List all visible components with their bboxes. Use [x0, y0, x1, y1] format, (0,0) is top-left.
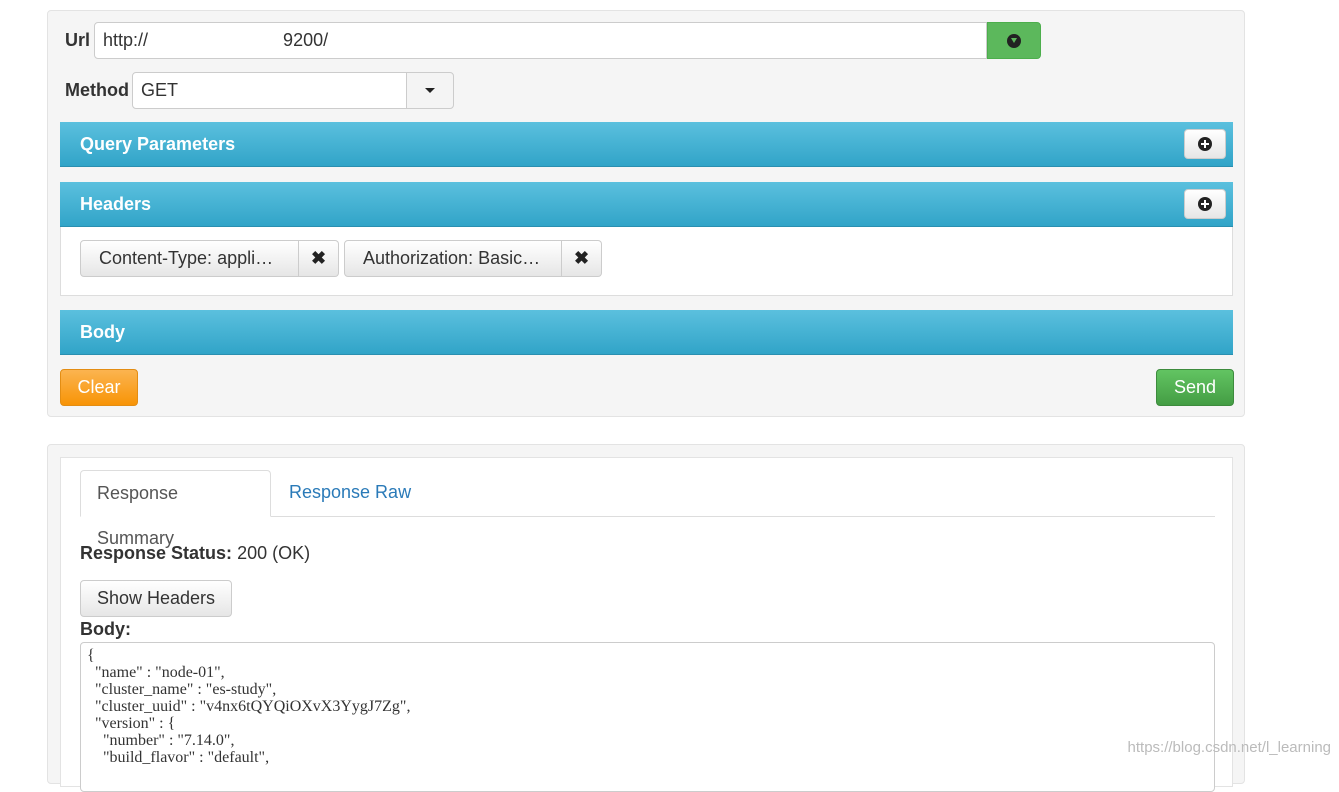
method-dropdown-button[interactable]	[406, 72, 454, 109]
request-panel: Url http:// 9200/ Method GET Query Param…	[47, 10, 1245, 417]
plus-circle-icon	[1198, 137, 1212, 151]
response-body-text: { "name" : "node-01", "cluster_name" : "…	[87, 647, 411, 766]
add-header-button[interactable]	[1184, 189, 1226, 219]
response-status: Response Status: 200 (OK)	[80, 543, 310, 564]
method-select[interactable]: GET	[132, 72, 407, 109]
close-icon[interactable]: ✖	[299, 240, 339, 277]
close-icon[interactable]: ✖	[562, 240, 602, 277]
send-button[interactable]: Send	[1156, 369, 1234, 406]
plus-circle-icon	[1198, 197, 1212, 211]
header-chip-text[interactable]: Content-Type: applic…	[80, 240, 299, 277]
headers-title: Headers	[80, 194, 152, 214]
tab-response-raw[interactable]: Response Raw	[273, 470, 427, 517]
header-chip-text[interactable]: Authorization: Basic …	[344, 240, 562, 277]
header-chip[interactable]: Content-Type: applic… ✖	[80, 240, 339, 277]
url-input[interactable]: http:// 9200/	[94, 22, 987, 59]
query-parameters-title: Query Parameters	[80, 134, 236, 154]
add-query-parameter-button[interactable]	[1184, 129, 1226, 159]
response-body-label: Body:	[80, 619, 131, 639]
response-panel: Response Summary Response Raw Response S…	[47, 444, 1245, 792]
response-body-box[interactable]: { "name" : "node-01", "cluster_name" : "…	[80, 642, 1215, 792]
query-parameters-bar[interactable]: Query Parameters	[60, 122, 1233, 167]
body-title: Body	[80, 322, 125, 342]
headers-list: Content-Type: applic… ✖ Authorization: B…	[60, 227, 1233, 296]
response-status-value: 200 (OK)	[237, 543, 311, 563]
url-label: Url	[65, 30, 91, 50]
method-label: Method	[65, 80, 129, 100]
url-submit-button[interactable]	[987, 22, 1041, 59]
show-headers-button[interactable]: Show Headers	[80, 580, 232, 617]
body-bar[interactable]: Body	[60, 310, 1233, 355]
header-chip[interactable]: Authorization: Basic … ✖	[344, 240, 602, 277]
watermark: https://blog.csdn.net/l_learning	[1127, 739, 1331, 756]
headers-bar[interactable]: Headers	[60, 182, 1233, 227]
download-circle-icon	[1007, 33, 1021, 48]
clear-button[interactable]: Clear	[60, 369, 138, 406]
response-status-label: Response Status:	[80, 543, 233, 563]
caret-down-icon	[425, 88, 435, 93]
response-content: Response Summary Response Raw Response S…	[60, 457, 1233, 792]
tab-response-summary[interactable]: Response Summary	[80, 470, 271, 548]
